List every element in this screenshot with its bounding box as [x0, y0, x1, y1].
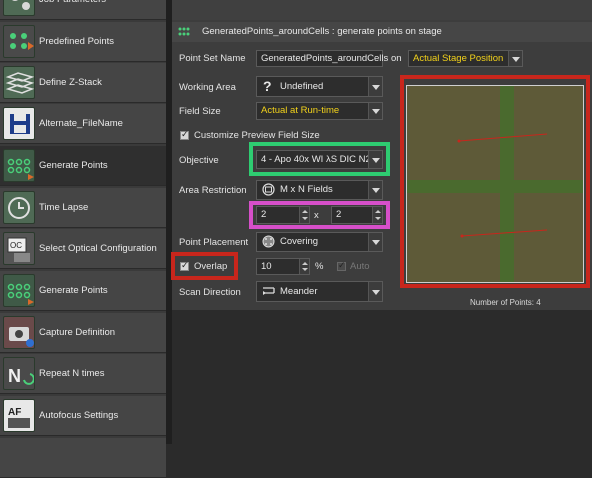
generate-points-title-icon [177, 26, 191, 38]
sidebar-item-label: Define Z-Stack [39, 77, 102, 88]
point-set-name-input[interactable]: GeneratedPoints_aroundCells [256, 50, 388, 67]
repeat-n-icon-text: N [8, 366, 21, 386]
working-area-label: Working Area [179, 82, 236, 93]
job-parameters-icon [3, 0, 35, 16]
point-set-name-label: Point Set Name [179, 53, 246, 64]
n-fields-value: 2 [336, 209, 342, 220]
stage-position-value: Actual Stage Position [413, 53, 504, 64]
point-marker [460, 234, 464, 238]
point-placement-select[interactable]: Covering [256, 232, 383, 252]
point-marker [457, 139, 461, 143]
overlap-checkbox[interactable] [180, 260, 189, 271]
chevron-down-icon [368, 181, 382, 199]
generate-points-icon [3, 149, 35, 182]
working-area-select[interactable]: ? Undefined [256, 76, 383, 97]
predefined-points-icon [3, 25, 35, 58]
sidebar: Job Parameters Predefined Points Define … [0, 0, 166, 478]
chevron-down-icon [368, 103, 382, 119]
m-fields-value: 2 [261, 209, 267, 220]
sidebar-item-label: Repeat N times [39, 368, 105, 379]
sidebar-item-select-optical-configuration[interactable]: OC Select Optical Configuration [0, 229, 166, 269]
auto-label: Auto [350, 261, 370, 272]
percent-label: % [315, 261, 324, 272]
chevron-down-icon [368, 151, 382, 168]
on-label: on [391, 53, 402, 64]
z-stack-icon [3, 66, 35, 99]
customize-preview-label: Customize Preview Field Size [194, 130, 320, 141]
points-preview[interactable] [406, 85, 584, 283]
chevron-down-icon [508, 51, 522, 66]
sidebar-item-time-lapse[interactable]: Time Lapse [0, 188, 166, 228]
field-size-value: Actual at Run-time [261, 105, 340, 116]
scan-direction-label: Scan Direction [179, 287, 241, 298]
overlap-spinbox[interactable]: 10 [256, 258, 310, 275]
number-of-points-label: Number of Points: 4 [470, 298, 541, 307]
capture-camera-icon [3, 316, 35, 349]
time-lapse-icon [3, 191, 35, 224]
point-placement-value: Covering [280, 236, 319, 247]
sidebar-item-capture-definition[interactable]: Capture Definition [0, 313, 166, 353]
sidebar-item-partial[interactable] [0, 438, 166, 478]
panel-title: GeneratedPoints_aroundCells : generate p… [202, 26, 442, 37]
sidebar-item-autofocus-settings[interactable]: AF Autofocus Settings [0, 396, 166, 436]
objective-label: Objective [179, 155, 219, 166]
sidebar-item-label: Select Optical Configuration [39, 243, 157, 254]
sidebar-item-label: Job Parameters [39, 0, 106, 20]
objective-value: 4 - Apo 40x WI λS DIC N2 [261, 154, 371, 165]
optical-configuration-icon: OC [3, 232, 35, 265]
sidebar-item-alternate-filename[interactable]: Alternate_FileName [0, 104, 166, 144]
mxn-fields-icon [262, 181, 275, 199]
sidebar-item-predefined-points[interactable]: Predefined Points [0, 22, 166, 62]
auto-checkbox[interactable] [337, 260, 346, 271]
optical-configuration-icon-text: OC [10, 241, 22, 250]
working-area-value: Undefined [280, 81, 324, 92]
area-restriction-select[interactable]: M x N Fields [256, 180, 383, 200]
sidebar-item-repeat-n-times[interactable]: N Repeat N times [0, 354, 166, 394]
sidebar-item-job-parameters[interactable]: Job Parameters [0, 0, 166, 20]
area-restriction-value: M x N Fields [280, 184, 333, 195]
preview-grid [407, 86, 583, 282]
spin-arrows-icon[interactable] [299, 207, 309, 223]
preview-horizontal-band [407, 180, 583, 193]
sidebar-item-label: Time Lapse [39, 202, 89, 213]
chevron-down-icon [368, 233, 382, 251]
overlap-value: 10 [261, 261, 272, 272]
sidebar-item-label: Alternate_FileName [39, 118, 123, 129]
sidebar-item-label: Predefined Points [39, 36, 114, 47]
sidebar-item-label: Capture Definition [39, 327, 116, 338]
m-fields-spinbox[interactable]: 2 [256, 206, 310, 224]
sidebar-item-generate-points-active[interactable]: Generate Points [0, 146, 166, 186]
covering-icon [262, 233, 275, 251]
top-strip [172, 0, 592, 20]
chevron-down-icon [368, 77, 382, 96]
point-set-name-value: GeneratedPoints_aroundCells [261, 53, 389, 64]
point-placement-label: Point Placement [179, 237, 249, 248]
sidebar-item-label: Autofocus Settings [39, 410, 119, 421]
customize-preview-checkbox[interactable] [180, 129, 189, 140]
objective-select[interactable]: 4 - Apo 40x WI λS DIC N2 [256, 150, 383, 169]
x-label: x [314, 210, 319, 221]
repeat-n-icon: N [3, 357, 35, 390]
question-mark-icon: ? [263, 78, 272, 94]
overlap-label: Overlap [194, 261, 228, 272]
spin-arrows-icon[interactable] [372, 207, 382, 223]
sidebar-item-define-z-stack[interactable]: Define Z-Stack [0, 63, 166, 103]
field-size-label: Field Size [179, 106, 221, 117]
autofocus-icon: AF [3, 399, 35, 432]
autofocus-icon-text: AF [8, 407, 21, 418]
n-fields-spinbox[interactable]: 2 [331, 206, 383, 224]
empty-area [172, 310, 592, 444]
area-restriction-label: Area Restriction [179, 185, 247, 196]
stage-position-select[interactable]: Actual Stage Position [408, 50, 523, 67]
sidebar-item-label: Generate Points [39, 160, 108, 171]
spin-arrows-icon[interactable] [299, 259, 309, 274]
field-size-select[interactable]: Actual at Run-time [256, 102, 383, 120]
save-file-icon [3, 107, 35, 140]
